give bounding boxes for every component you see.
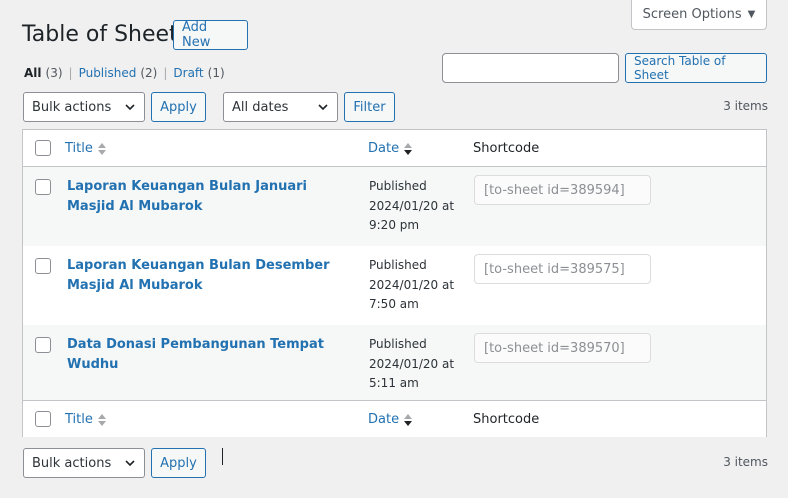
date-column-header[interactable]: Date: [368, 141, 413, 156]
table-header: Title Date Shortcode: [23, 130, 766, 167]
row-status: Published: [369, 179, 427, 193]
items-count-top: 3 items: [723, 99, 768, 113]
date-column-label: Date: [368, 412, 400, 427]
view-draft-link[interactable]: Draft: [173, 66, 203, 80]
screen-options-label: Screen Options: [642, 7, 742, 22]
bulk-actions-label: Bulk actions: [32, 455, 112, 471]
title-column-footer[interactable]: Title: [65, 412, 107, 427]
chevron-down-icon: [318, 104, 328, 111]
view-separator: |: [163, 66, 168, 80]
row-status: Published: [369, 337, 427, 351]
shortcode-column-footer: Shortcode: [473, 412, 540, 427]
view-draft-count: (1): [207, 66, 225, 80]
screen-options-button[interactable]: Screen Options ▼: [631, 0, 767, 30]
dates-select[interactable]: All dates: [223, 92, 338, 122]
items-count-bottom: 3 items: [723, 455, 768, 469]
row-date: Published 2024/01/20 at 7:50 am: [369, 256, 469, 315]
date-column-footer[interactable]: Date: [368, 412, 413, 427]
table-row: Laporan Keuangan Bulan Januari Masjid Al…: [23, 167, 766, 246]
bulk-actions-select-top[interactable]: Bulk actions: [23, 92, 145, 122]
views-filter: All (3) | Published (2) | Draft (1): [24, 66, 225, 80]
shortcode-field[interactable]: [to-sheet id=389575]: [474, 254, 651, 284]
chevron-down-icon: [125, 460, 135, 467]
view-published-link[interactable]: Published: [79, 66, 137, 80]
posts-table: Title Date Shortcode Laporan Keuangan Bu…: [22, 129, 767, 437]
date-column-label: Date: [368, 141, 400, 156]
page-title: Table of Sheet: [22, 22, 178, 47]
row-time-value: 7:50 am: [369, 297, 419, 311]
view-all-link[interactable]: All: [24, 66, 42, 80]
caret-down-icon: ▼: [747, 9, 756, 20]
view-separator: |: [68, 66, 73, 80]
table-row: Laporan Keuangan Bulan Desember Masjid A…: [23, 246, 766, 325]
apply-button-bottom[interactable]: Apply: [151, 448, 206, 478]
row-status: Published: [369, 258, 427, 272]
shortcode-field[interactable]: [to-sheet id=389594]: [474, 175, 651, 205]
shortcode-field[interactable]: [to-sheet id=389570]: [474, 333, 651, 363]
add-new-button[interactable]: Add New: [173, 20, 248, 50]
shortcode-column-header: Shortcode: [473, 141, 540, 156]
row-title-link[interactable]: Laporan Keuangan Bulan Januari Masjid Al…: [67, 177, 357, 216]
bulk-actions-select-bottom[interactable]: Bulk actions: [23, 448, 145, 478]
filter-button[interactable]: Filter: [344, 92, 395, 122]
row-date-value: 2024/01/20 at: [369, 198, 455, 213]
bulk-actions-label: Bulk actions: [32, 99, 112, 115]
table-footer: Title Date Shortcode: [23, 400, 766, 437]
row-date: Published 2024/01/20 at 9:20 pm: [369, 177, 469, 236]
row-checkbox[interactable]: [35, 258, 51, 274]
sort-desc-icon: [404, 413, 413, 426]
select-all-checkbox[interactable]: [35, 140, 51, 156]
view-published-count: (2): [140, 66, 158, 80]
title-column-label: Title: [65, 141, 93, 156]
apply-button-top[interactable]: Apply: [151, 92, 206, 122]
text-cursor: [222, 448, 223, 465]
row-date-value: 2024/01/20 at: [369, 277, 455, 292]
search-button[interactable]: Search Table of Sheet: [625, 53, 767, 83]
sort-icon: [97, 142, 106, 155]
select-all-checkbox-bottom[interactable]: [35, 411, 51, 427]
chevron-down-icon: [125, 104, 135, 111]
row-checkbox[interactable]: [35, 337, 51, 353]
title-column-header[interactable]: Title: [65, 141, 107, 156]
row-time-value: 9:20 pm: [369, 218, 420, 232]
row-title-link[interactable]: Laporan Keuangan Bulan Desember Masjid A…: [67, 256, 357, 295]
row-title-link[interactable]: Data Donasi Pembangunan Tempat Wudhu: [67, 335, 357, 374]
table-row: Data Donasi Pembangunan Tempat Wudhu Pub…: [23, 325, 766, 404]
row-date: Published 2024/01/20 at 5:11 am: [369, 335, 469, 394]
row-time-value: 5:11 am: [369, 376, 419, 390]
sort-desc-icon: [404, 142, 413, 155]
sort-icon: [97, 413, 106, 426]
view-all-count: (3): [45, 66, 63, 80]
title-column-label: Title: [65, 412, 93, 427]
search-input[interactable]: [442, 53, 619, 83]
row-checkbox[interactable]: [35, 179, 51, 195]
dates-label: All dates: [232, 99, 289, 115]
row-date-value: 2024/01/20 at: [369, 356, 455, 371]
